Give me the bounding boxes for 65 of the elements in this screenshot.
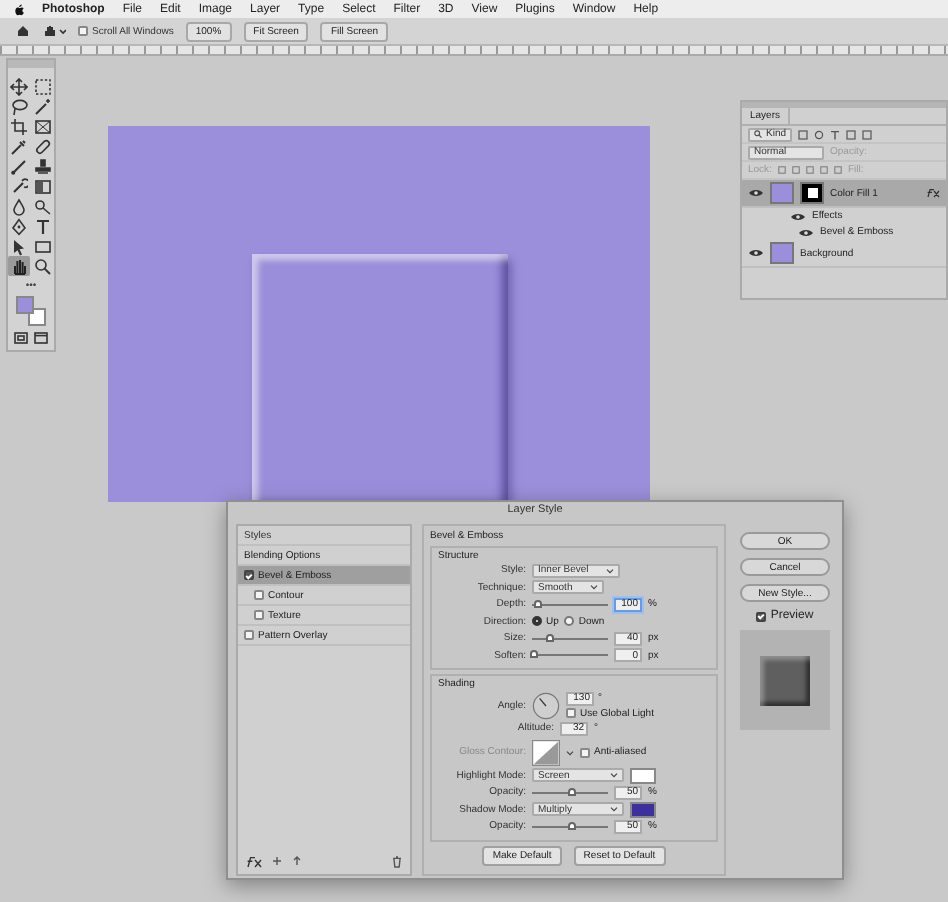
checkbox[interactable] <box>244 630 254 640</box>
slider-thumb[interactable] <box>567 821 576 830</box>
radio-button[interactable] <box>532 616 542 627</box>
plus-icon[interactable] <box>272 856 282 866</box>
text-filter-icon[interactable] <box>830 129 841 139</box>
layer-thumbnail <box>770 242 794 264</box>
pen-icon[interactable] <box>10 217 28 235</box>
checkbox[interactable] <box>566 708 576 718</box>
up-arrow-icon[interactable] <box>292 856 302 866</box>
image-filter-icon[interactable] <box>798 129 809 139</box>
slider-thumb[interactable] <box>567 787 576 796</box>
eye-icon[interactable] <box>748 188 764 198</box>
smart-filter-icon[interactable] <box>862 129 873 139</box>
zoom-icon[interactable] <box>34 257 52 275</box>
checkbox[interactable] <box>254 590 264 600</box>
checkbox[interactable] <box>244 570 254 580</box>
preview-square <box>760 655 810 705</box>
eyedropper-icon[interactable] <box>10 137 28 155</box>
slider-thumb[interactable] <box>546 633 555 642</box>
bandage-icon[interactable] <box>34 137 52 155</box>
frame-icon[interactable] <box>34 117 52 135</box>
move-icon[interactable] <box>10 77 28 95</box>
apple-logo-icon[interactable] <box>14 3 24 15</box>
caret-icon <box>590 584 598 591</box>
eye-icon[interactable] <box>798 227 814 237</box>
checkbox[interactable] <box>580 747 590 757</box>
color-swatch[interactable] <box>630 767 656 784</box>
curved-brush-icon[interactable] <box>10 177 28 195</box>
gradient-icon[interactable] <box>34 177 52 195</box>
checkbox[interactable] <box>78 26 88 36</box>
fx-menu-icon[interactable] <box>246 855 262 867</box>
contour-swatch[interactable] <box>532 739 560 765</box>
color-swatch[interactable] <box>630 801 656 818</box>
foreground-color-swatch[interactable] <box>15 296 33 314</box>
caret-icon <box>606 567 614 574</box>
slider-thumb[interactable] <box>529 650 538 659</box>
caret-icon[interactable] <box>566 749 574 755</box>
caret-icon <box>610 772 618 779</box>
radio-button[interactable] <box>564 616 575 627</box>
eye-icon[interactable] <box>748 248 764 258</box>
angle-dial[interactable] <box>532 691 560 719</box>
circle-filter-icon[interactable] <box>814 129 825 139</box>
crop-icon[interactable] <box>10 117 28 135</box>
caret-icon <box>610 806 618 813</box>
lasso-icon[interactable] <box>10 97 28 115</box>
layer-thumbnail <box>770 182 794 204</box>
rectangle-icon[interactable] <box>34 237 52 255</box>
stamp-icon[interactable] <box>34 157 52 175</box>
brush-icon[interactable] <box>10 157 28 175</box>
checkbox[interactable] <box>254 610 264 620</box>
checkbox[interactable] <box>756 611 767 621</box>
home-icon[interactable] <box>16 24 30 38</box>
drop-icon[interactable] <box>10 197 28 215</box>
shape-filter-icon[interactable] <box>846 129 857 139</box>
quick-mask-icon[interactable] <box>14 332 28 344</box>
eye-icon[interactable] <box>790 211 806 221</box>
search-icon <box>754 130 762 138</box>
wand-icon[interactable] <box>34 97 52 115</box>
marquee-icon[interactable] <box>34 77 52 95</box>
screen-mode-icon[interactable] <box>34 332 48 344</box>
slider-thumb[interactable] <box>534 599 543 608</box>
trash-icon[interactable] <box>392 855 402 867</box>
type-tool-icon[interactable] <box>34 217 52 235</box>
effects-icon[interactable] <box>926 188 940 198</box>
pointer-icon[interactable] <box>10 237 28 255</box>
